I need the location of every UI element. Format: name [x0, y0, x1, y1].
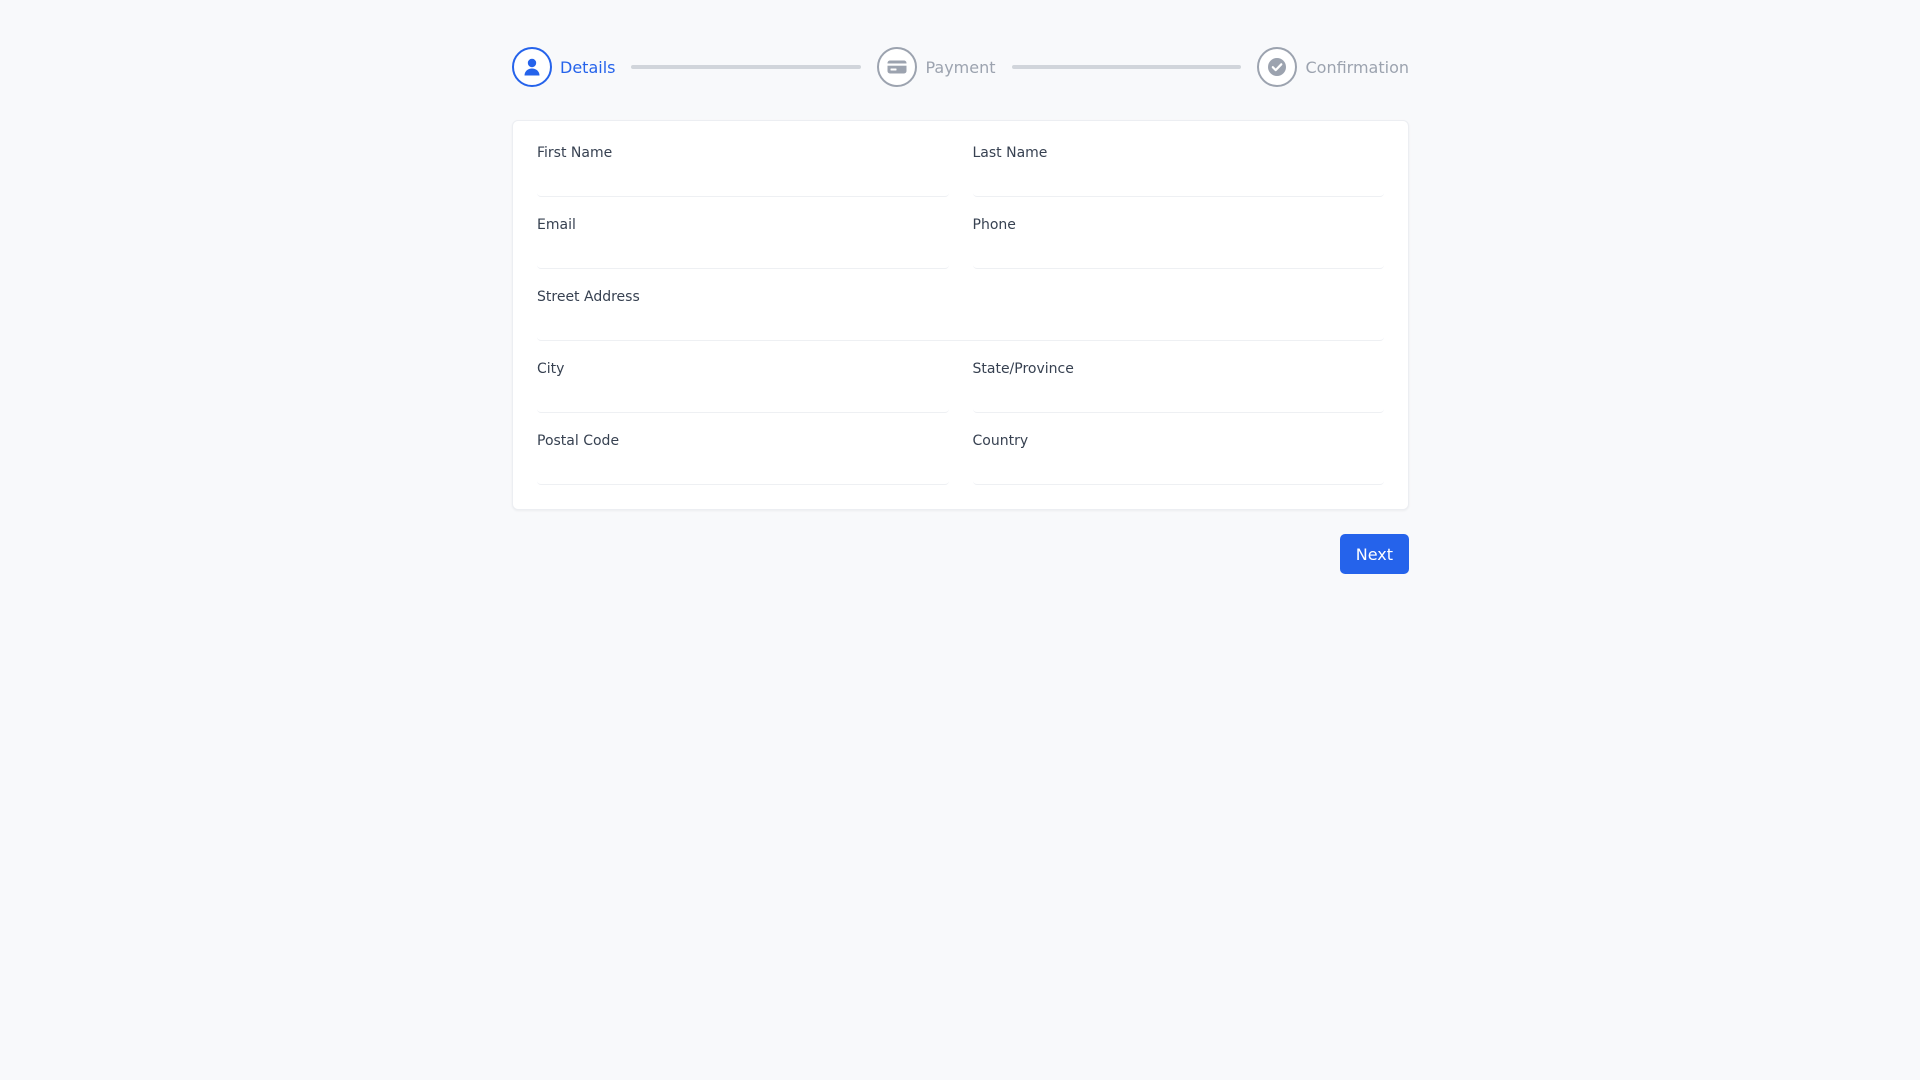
step-payment-label: Payment [925, 57, 996, 77]
state-province-input[interactable] [972, 378, 1384, 413]
state-province-field: State/Province [972, 361, 1384, 413]
email-input[interactable] [537, 234, 949, 269]
step-confirmation[interactable]: Confirmation [1257, 47, 1409, 87]
street-address-input[interactable] [537, 306, 1384, 341]
city-field: City [537, 361, 949, 413]
step-details-label: Details [560, 57, 616, 77]
country-label: Country [972, 433, 1029, 449]
last-name-input[interactable] [972, 162, 1384, 197]
city-label: City [537, 361, 565, 377]
postal-code-label: Postal Code [537, 433, 620, 449]
email-label: Email [537, 217, 576, 233]
check-circle-icon [1257, 47, 1298, 87]
country-input[interactable] [972, 450, 1384, 485]
step-confirmation-label: Confirmation [1305, 57, 1409, 77]
city-input[interactable] [537, 378, 949, 413]
postal-code-field: Postal Code [537, 433, 949, 485]
step-payment[interactable]: Payment [877, 47, 996, 87]
last-name-field: Last Name [972, 145, 1384, 197]
phone-field: Phone [972, 217, 1384, 269]
credit-card-icon [877, 47, 918, 87]
form-row: Street Address [537, 289, 1384, 341]
form-row: First Name Last Name [537, 145, 1384, 197]
step-connector [631, 65, 862, 69]
form-actions: Next [512, 534, 1409, 574]
postal-code-input[interactable] [537, 450, 949, 485]
first-name-label: First Name [537, 145, 613, 161]
user-icon [512, 47, 552, 87]
checkout-wizard: Details Payment Confirmation First Name … [512, 47, 1409, 574]
step-connector [1011, 65, 1242, 69]
step-details[interactable]: Details [512, 47, 615, 87]
details-form-card: First Name Last Name Email Phone Street … [512, 120, 1409, 510]
street-address-label: Street Address [537, 289, 640, 305]
next-button[interactable]: Next [1339, 534, 1409, 574]
phone-label: Phone [972, 217, 1016, 233]
stepper: Details Payment Confirmation [512, 47, 1409, 87]
form-row: City State/Province [537, 361, 1384, 413]
form-row: Postal Code Country [537, 433, 1384, 485]
phone-input[interactable] [972, 234, 1384, 269]
first-name-input[interactable] [537, 162, 949, 197]
state-province-label: State/Province [972, 361, 1074, 377]
first-name-field: First Name [537, 145, 949, 197]
form-row: Email Phone [537, 217, 1384, 269]
country-field: Country [972, 433, 1384, 485]
email-field: Email [537, 217, 949, 269]
street-address-field: Street Address [537, 289, 1384, 341]
last-name-label: Last Name [972, 145, 1048, 161]
